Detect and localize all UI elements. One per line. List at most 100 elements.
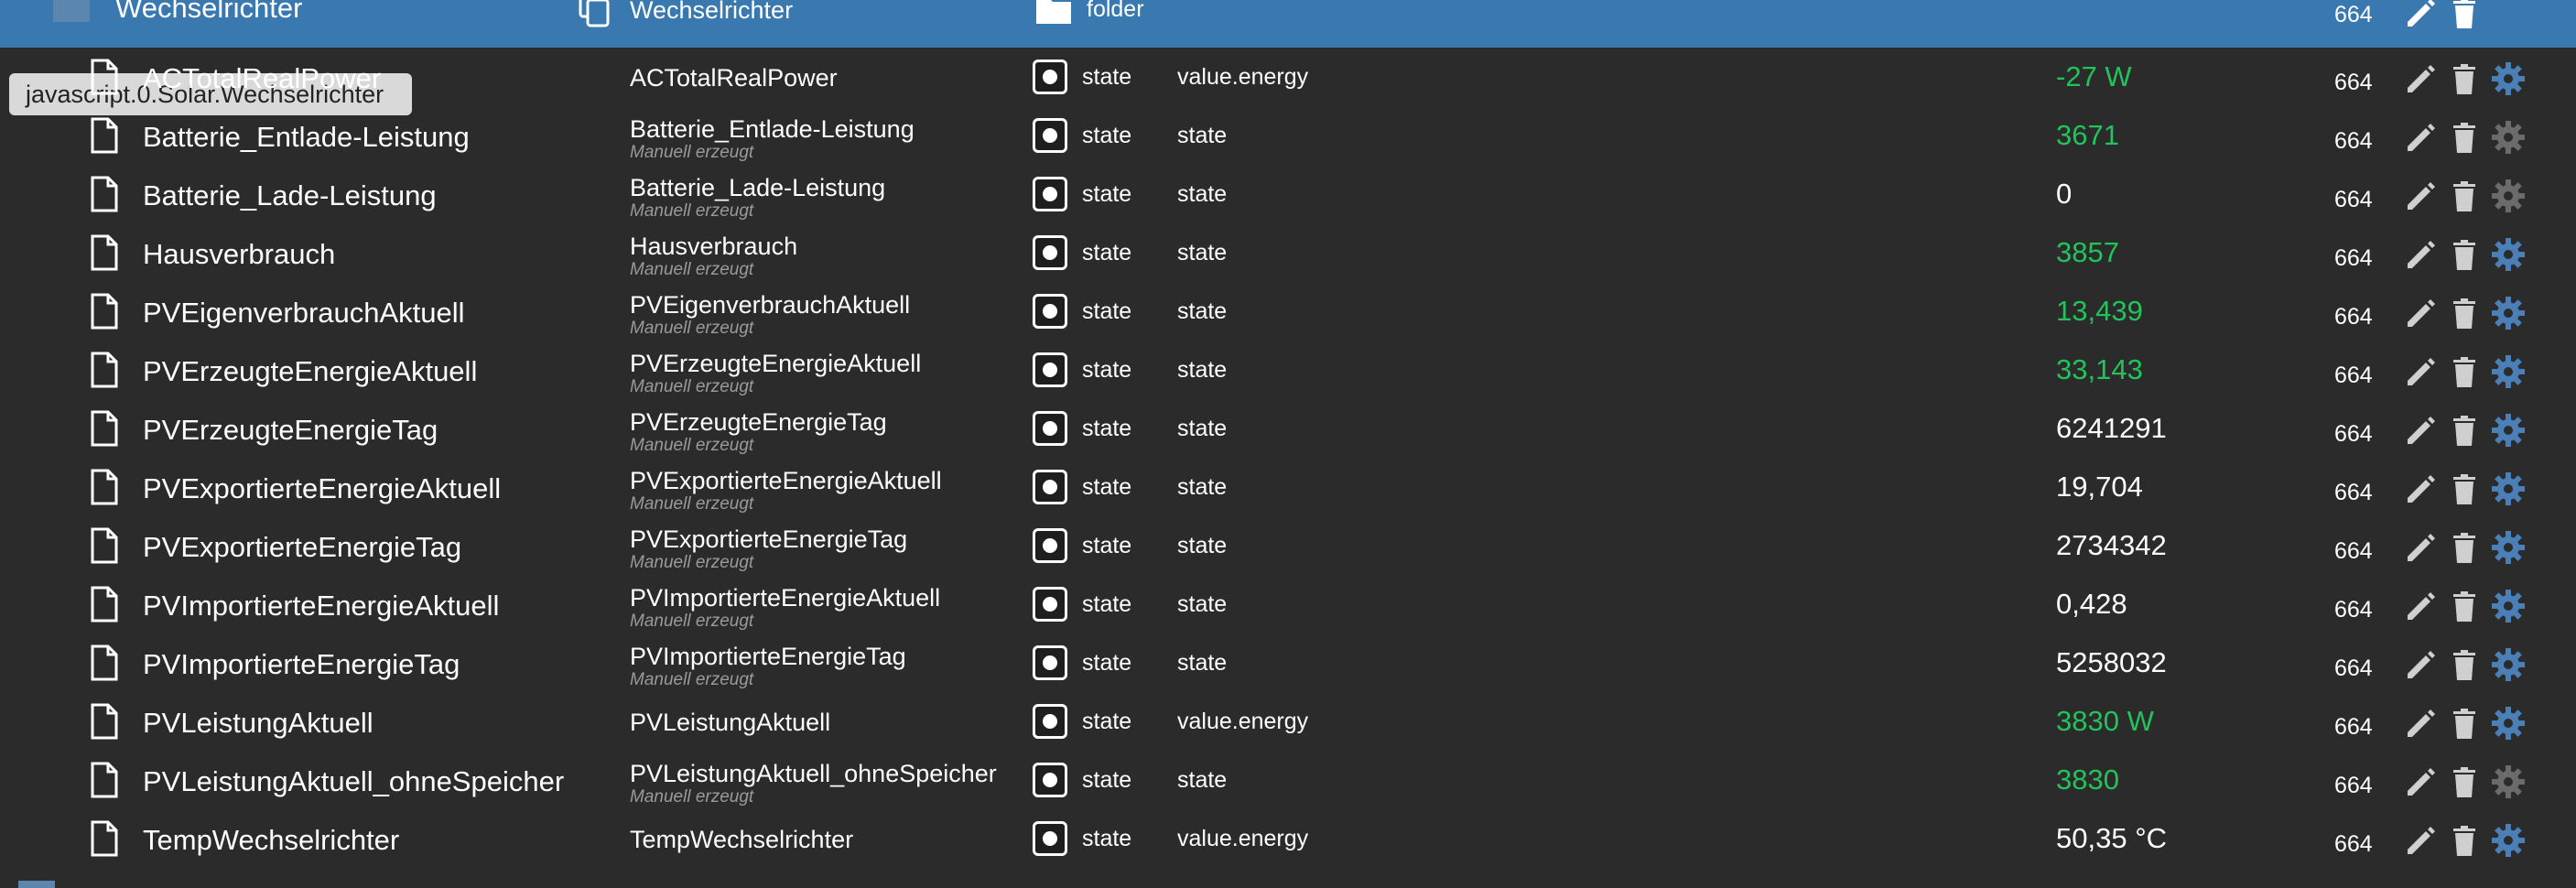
edit-icon[interactable] <box>2402 529 2439 566</box>
object-acl: 664 <box>2334 245 2373 271</box>
delete-icon[interactable] <box>2446 178 2483 214</box>
gear-icon[interactable] <box>2490 705 2527 742</box>
gear-icon[interactable] <box>2490 353 2527 390</box>
table-row[interactable]: PVExportierteEnergieTag PVExportierteEne… <box>0 516 2576 575</box>
edit-icon[interactable] <box>2402 822 2439 859</box>
file-icon <box>91 527 118 564</box>
state-icon <box>1033 352 1067 387</box>
object-value[interactable]: 3830 W <box>2056 705 2154 738</box>
object-name: PVErzeugteEnergieAktuell <box>143 355 478 387</box>
edit-icon[interactable] <box>2402 588 2439 624</box>
object-value[interactable]: 50,35 °C <box>2056 822 2167 855</box>
file-icon <box>91 59 118 95</box>
table-row[interactable]: ACTotalRealPower ACTotalRealPower state … <box>0 48 2576 106</box>
object-id: PVLeistungAktuell <box>630 709 831 736</box>
delete-icon[interactable] <box>2446 763 2483 800</box>
delete-icon[interactable] <box>2446 822 2483 859</box>
object-type: state <box>1082 474 1132 500</box>
delete-icon[interactable] <box>2446 529 2483 566</box>
object-id: PVErzeugteEnergieAktuell <box>630 350 922 377</box>
edit-icon[interactable] <box>2402 471 2439 507</box>
gear-icon[interactable] <box>2490 295 2527 331</box>
object-value[interactable]: 6241291 <box>2056 412 2167 445</box>
object-desc: Manuell erzeugt <box>630 436 754 455</box>
edit-icon[interactable] <box>2402 646 2439 683</box>
object-type: state <box>1082 533 1132 558</box>
edit-icon[interactable] <box>2402 0 2439 31</box>
gear-icon[interactable] <box>2490 412 2527 449</box>
delete-icon[interactable] <box>2446 119 2483 156</box>
next-folder-row[interactable] <box>0 879 2576 888</box>
object-value[interactable]: 3857 <box>2056 236 2119 269</box>
table-row[interactable]: PVErzeugteEnergieTag PVErzeugteEnergieTa… <box>0 399 2576 458</box>
table-row[interactable]: PVImportierteEnergieAktuell PVImportiert… <box>0 575 2576 634</box>
copy-icon[interactable] <box>577 0 613 29</box>
edit-icon[interactable] <box>2402 763 2439 800</box>
delete-icon[interactable] <box>2446 0 2483 31</box>
delete-icon[interactable] <box>2446 588 2483 624</box>
delete-icon[interactable] <box>2446 646 2483 683</box>
object-value[interactable]: 3830 <box>2056 763 2119 796</box>
edit-icon[interactable] <box>2402 295 2439 331</box>
object-value[interactable]: 33,143 <box>2056 353 2143 386</box>
object-value[interactable]: -27 W <box>2056 60 2132 93</box>
table-row[interactable]: Batterie_Lade-Leistung Batterie_Lade-Lei… <box>0 165 2576 223</box>
object-value[interactable]: 19,704 <box>2056 471 2143 504</box>
object-acl: 664 <box>2334 304 2373 330</box>
object-value[interactable]: 0 <box>2056 178 2072 211</box>
gear-icon[interactable] <box>2490 822 2527 859</box>
gear-icon[interactable] <box>2490 646 2527 683</box>
object-id: PVEigenverbrauchAktuell <box>630 291 911 319</box>
object-id: PVLeistungAktuell_ohneSpeicher <box>630 760 997 787</box>
object-value[interactable]: 5258032 <box>2056 646 2167 679</box>
gear-icon[interactable] <box>2490 763 2527 800</box>
edit-icon[interactable] <box>2402 60 2439 97</box>
file-icon <box>91 410 118 447</box>
edit-icon[interactable] <box>2402 178 2439 214</box>
file-icon <box>91 176 118 212</box>
edit-icon[interactable] <box>2402 412 2439 449</box>
table-row[interactable]: PVLeistungAktuell_ohneSpeicher PVLeistun… <box>0 751 2576 809</box>
object-acl: 664 <box>2334 714 2373 740</box>
object-value[interactable]: 0,428 <box>2056 588 2127 621</box>
table-row[interactable]: Hausverbrauch Hausverbrauch Manuell erze… <box>0 223 2576 282</box>
folder-row[interactable]: Wechselrichter Wechselrichter folder 664 <box>0 0 2576 48</box>
table-row[interactable]: PVExportierteEnergieAktuell PVExportiert… <box>0 458 2576 516</box>
delete-icon[interactable] <box>2446 412 2483 449</box>
gear-icon[interactable] <box>2490 529 2527 566</box>
edit-icon[interactable] <box>2402 353 2439 390</box>
state-icon <box>1033 704 1067 739</box>
table-row[interactable]: PVImportierteEnergieTag PVImportierteEne… <box>0 634 2576 692</box>
object-name: PVErzeugteEnergieTag <box>143 414 438 446</box>
object-acl: 664 <box>2334 773 2373 798</box>
state-icon <box>1033 411 1067 446</box>
table-row[interactable]: Batterie_Entlade-Leistung Batterie_Entla… <box>0 106 2576 165</box>
gear-icon[interactable] <box>2490 119 2527 156</box>
object-desc: Manuell erzeugt <box>630 494 754 514</box>
delete-icon[interactable] <box>2446 60 2483 97</box>
gear-icon[interactable] <box>2490 236 2527 273</box>
object-type: state <box>1082 64 1132 90</box>
object-desc: Manuell erzeugt <box>630 553 754 572</box>
edit-icon[interactable] <box>2402 236 2439 273</box>
delete-icon[interactable] <box>2446 236 2483 273</box>
delete-icon[interactable] <box>2446 353 2483 390</box>
edit-icon[interactable] <box>2402 705 2439 742</box>
gear-icon[interactable] <box>2490 471 2527 507</box>
table-row[interactable]: PVErzeugteEnergieAktuell PVErzeugteEnerg… <box>0 341 2576 399</box>
object-acl: 664 <box>2334 187 2373 212</box>
gear-icon[interactable] <box>2490 60 2527 97</box>
table-row[interactable]: PVLeistungAktuell PVLeistungAktuell stat… <box>0 692 2576 751</box>
delete-icon[interactable] <box>2446 471 2483 507</box>
delete-icon[interactable] <box>2446 705 2483 742</box>
gear-icon[interactable] <box>2490 178 2527 214</box>
gear-icon[interactable] <box>2490 588 2527 624</box>
table-row[interactable]: TempWechselrichter TempWechselrichter st… <box>0 809 2576 868</box>
table-row[interactable]: PVEigenverbrauchAktuell PVEigenverbrauch… <box>0 282 2576 341</box>
object-value[interactable]: 13,439 <box>2056 295 2143 328</box>
object-value[interactable]: 2734342 <box>2056 529 2167 562</box>
object-id: Batterie_Lade-Leistung <box>630 174 886 201</box>
edit-icon[interactable] <box>2402 119 2439 156</box>
delete-icon[interactable] <box>2446 295 2483 331</box>
object-value[interactable]: 3671 <box>2056 119 2119 152</box>
